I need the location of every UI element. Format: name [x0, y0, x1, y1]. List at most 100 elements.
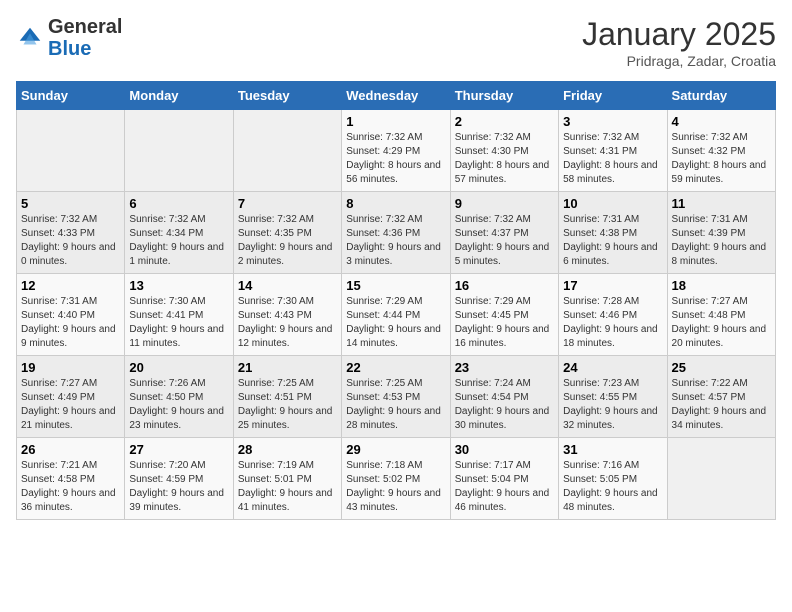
day-number: 31: [563, 442, 662, 457]
weekday-header-row: SundayMondayTuesdayWednesdayThursdayFrid…: [17, 82, 776, 110]
calendar-cell: [233, 110, 341, 192]
day-info: Sunrise: 7:18 AM Sunset: 5:02 PM Dayligh…: [346, 459, 445, 515]
calendar-cell: 19Sunrise: 7:27 AM Sunset: 4:49 PM Dayli…: [17, 356, 125, 438]
calendar-cell: 15 Sunrise: 7:29 AM Sunset: 4:44 PM Dayli…: [342, 274, 450, 356]
calendar-table: SundayMondayTuesdayWednesdayThursdayFrid…: [16, 81, 776, 520]
calendar-cell: 5 Sunrise: 7:32 AM Sunset: 4:33 PM Daylig…: [17, 192, 125, 274]
calendar-cell: [125, 110, 233, 192]
day-number: 25: [672, 360, 771, 375]
logo-icon: [16, 24, 44, 52]
day-info: Sunrise: 7:32 AM Sunset: 4:30 PM Dayligh…: [455, 131, 554, 187]
day-number: 24: [563, 360, 662, 375]
calendar-cell: 13Sunrise: 7:30 AM Sunset: 4:41 PM Dayli…: [125, 274, 233, 356]
day-info: Sunrise: 7:30 AM Sunset: 4:43 PM Dayligh…: [238, 295, 337, 351]
day-number: 9: [455, 196, 554, 211]
day-info: Sunrise: 7:31 AM Sunset: 4:39 PM Dayligh…: [672, 213, 771, 269]
day-number: 2: [455, 114, 554, 129]
calendar-cell: 22 Sunrise: 7:25 AM Sunset: 4:53 PM Dayli…: [342, 356, 450, 438]
calendar-title: January 2025: [582, 16, 776, 53]
calendar-cell: 11 Sunrise: 7:31 AM Sunset: 4:39 PM Dayli…: [667, 192, 775, 274]
day-number: 8: [346, 196, 445, 211]
weekday-header: Saturday: [667, 82, 775, 110]
day-number: 22: [346, 360, 445, 375]
calendar-week-row: 19Sunrise: 7:27 AM Sunset: 4:49 PM Dayli…: [17, 356, 776, 438]
calendar-cell: 6Sunrise: 7:32 AM Sunset: 4:34 PM Daylig…: [125, 192, 233, 274]
day-info: Sunrise: 7:32 AM Sunset: 4:33 PM Dayligh…: [21, 213, 120, 269]
calendar-cell: 28 Sunrise: 7:19 AM Sunset: 5:01 PM Dayli…: [233, 438, 341, 520]
calendar-cell: 18 Sunrise: 7:27 AM Sunset: 4:48 PM Dayli…: [667, 274, 775, 356]
day-number: 30: [455, 442, 554, 457]
day-number: 14: [238, 278, 337, 293]
calendar-cell: 26 Sunrise: 7:21 AM Sunset: 4:58 PM Dayli…: [17, 438, 125, 520]
day-info: Sunrise: 7:23 AM Sunset: 4:55 PM Dayligh…: [563, 377, 662, 433]
day-number: 15: [346, 278, 445, 293]
weekday-header: Sunday: [17, 82, 125, 110]
calendar-cell: 21 Sunrise: 7:25 AM Sunset: 4:51 PM Dayli…: [233, 356, 341, 438]
calendar-cell: 23 Sunrise: 7:24 AM Sunset: 4:54 PM Dayli…: [450, 356, 558, 438]
calendar-week-row: 12 Sunrise: 7:31 AM Sunset: 4:40 PM Dayli…: [17, 274, 776, 356]
day-number: 21: [238, 360, 337, 375]
day-number: 11: [672, 196, 771, 211]
calendar-cell: 25 Sunrise: 7:22 AM Sunset: 4:57 PM Dayli…: [667, 356, 775, 438]
day-info: Sunrise: 7:25 AM Sunset: 4:51 PM Dayligh…: [238, 377, 337, 433]
day-info: Sunrise: 7:29 AM Sunset: 4:44 PM Dayligh…: [346, 295, 445, 351]
day-info: Sunrise: 7:19 AM Sunset: 5:01 PM Dayligh…: [238, 459, 337, 515]
day-info: Sunrise: 7:25 AM Sunset: 4:53 PM Dayligh…: [346, 377, 445, 433]
weekday-header: Friday: [559, 82, 667, 110]
day-info: Sunrise: 7:28 AM Sunset: 4:46 PM Dayligh…: [563, 295, 662, 351]
day-info: Sunrise: 7:32 AM Sunset: 4:35 PM Dayligh…: [238, 213, 337, 269]
calendar-cell: 30 Sunrise: 7:17 AM Sunset: 5:04 PM Dayli…: [450, 438, 558, 520]
calendar-cell: 16 Sunrise: 7:29 AM Sunset: 4:45 PM Dayli…: [450, 274, 558, 356]
day-number: 12: [21, 278, 120, 293]
calendar-cell: 29 Sunrise: 7:18 AM Sunset: 5:02 PM Dayli…: [342, 438, 450, 520]
calendar-cell: 3Sunrise: 7:32 AM Sunset: 4:31 PM Daylig…: [559, 110, 667, 192]
day-info: Sunrise: 7:32 AM Sunset: 4:29 PM Dayligh…: [346, 131, 445, 187]
calendar-week-row: 1 Sunrise: 7:32 AM Sunset: 4:29 PM Daylig…: [17, 110, 776, 192]
weekday-header: Thursday: [450, 82, 558, 110]
day-number: 7: [238, 196, 337, 211]
day-number: 20: [129, 360, 228, 375]
day-info: Sunrise: 7:30 AM Sunset: 4:41 PM Dayligh…: [129, 295, 228, 351]
day-number: 23: [455, 360, 554, 375]
calendar-cell: 27Sunrise: 7:20 AM Sunset: 4:59 PM Dayli…: [125, 438, 233, 520]
day-info: Sunrise: 7:29 AM Sunset: 4:45 PM Dayligh…: [455, 295, 554, 351]
day-info: Sunrise: 7:22 AM Sunset: 4:57 PM Dayligh…: [672, 377, 771, 433]
calendar-subtitle: Pridraga, Zadar, Croatia: [582, 53, 776, 69]
day-number: 5: [21, 196, 120, 211]
day-info: Sunrise: 7:32 AM Sunset: 4:36 PM Dayligh…: [346, 213, 445, 269]
day-number: 18: [672, 278, 771, 293]
day-info: Sunrise: 7:32 AM Sunset: 4:31 PM Dayligh…: [563, 131, 662, 187]
calendar-cell: [17, 110, 125, 192]
day-info: Sunrise: 7:16 AM Sunset: 5:05 PM Dayligh…: [563, 459, 662, 515]
calendar-cell: 24 Sunrise: 7:23 AM Sunset: 4:55 PM Dayli…: [559, 356, 667, 438]
calendar-cell: [667, 438, 775, 520]
calendar-cell: 20Sunrise: 7:26 AM Sunset: 4:50 PM Dayli…: [125, 356, 233, 438]
day-number: 19: [21, 360, 120, 375]
day-info: Sunrise: 7:21 AM Sunset: 4:58 PM Dayligh…: [21, 459, 120, 515]
day-number: 29: [346, 442, 445, 457]
day-info: Sunrise: 7:31 AM Sunset: 4:40 PM Dayligh…: [21, 295, 120, 351]
calendar-cell: 9Sunrise: 7:32 AM Sunset: 4:37 PM Daylig…: [450, 192, 558, 274]
day-number: 28: [238, 442, 337, 457]
day-number: 26: [21, 442, 120, 457]
calendar-week-row: 5 Sunrise: 7:32 AM Sunset: 4:33 PM Daylig…: [17, 192, 776, 274]
day-info: Sunrise: 7:32 AM Sunset: 4:32 PM Dayligh…: [672, 131, 771, 187]
day-number: 10: [563, 196, 662, 211]
day-info: Sunrise: 7:31 AM Sunset: 4:38 PM Dayligh…: [563, 213, 662, 269]
weekday-header: Monday: [125, 82, 233, 110]
day-info: Sunrise: 7:20 AM Sunset: 4:59 PM Dayligh…: [129, 459, 228, 515]
day-info: Sunrise: 7:27 AM Sunset: 4:48 PM Dayligh…: [672, 295, 771, 351]
day-number: 1: [346, 114, 445, 129]
day-info: Sunrise: 7:24 AM Sunset: 4:54 PM Dayligh…: [455, 377, 554, 433]
calendar-cell: 10 Sunrise: 7:31 AM Sunset: 4:38 PM Dayli…: [559, 192, 667, 274]
day-number: 17: [563, 278, 662, 293]
day-info: Sunrise: 7:17 AM Sunset: 5:04 PM Dayligh…: [455, 459, 554, 515]
calendar-cell: 2 Sunrise: 7:32 AM Sunset: 4:30 PM Daylig…: [450, 110, 558, 192]
calendar-cell: 14 Sunrise: 7:30 AM Sunset: 4:43 PM Dayli…: [233, 274, 341, 356]
day-number: 4: [672, 114, 771, 129]
calendar-cell: 8 Sunrise: 7:32 AM Sunset: 4:36 PM Daylig…: [342, 192, 450, 274]
title-block: January 2025 Pridraga, Zadar, Croatia: [582, 16, 776, 69]
day-number: 6: [129, 196, 228, 211]
calendar-cell: 4 Sunrise: 7:32 AM Sunset: 4:32 PM Daylig…: [667, 110, 775, 192]
day-number: 16: [455, 278, 554, 293]
